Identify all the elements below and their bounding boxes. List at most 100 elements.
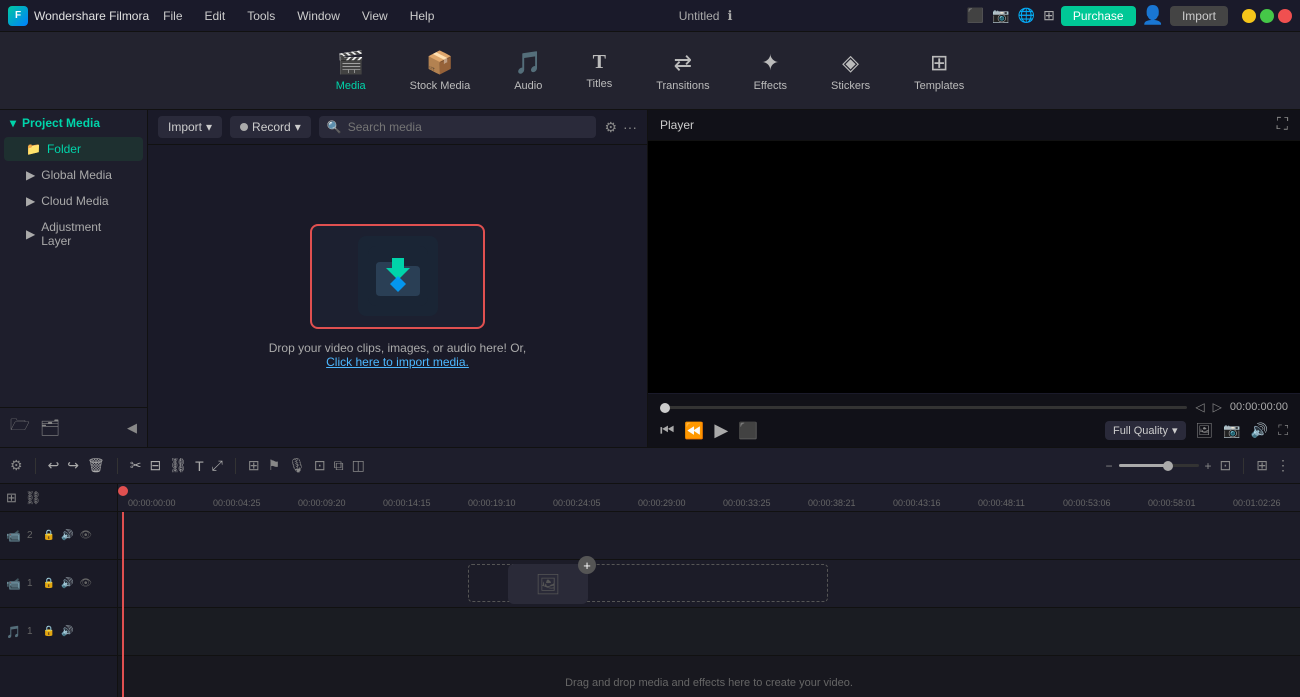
snap-icon[interactable]: ⊞	[248, 457, 260, 474]
add-folder-icon[interactable]: 🗁	[10, 414, 30, 441]
close-button[interactable]	[1278, 9, 1292, 23]
split-screen-icon[interactable]: ⧉	[334, 457, 344, 474]
screenshot-icon[interactable]: 🖼	[1196, 422, 1214, 439]
compound-icon[interactable]: ◫	[352, 457, 365, 474]
video2-sound-icon[interactable]: 🔊	[61, 530, 73, 541]
tool-audio[interactable]: 🎵 Audio	[502, 44, 554, 98]
grid-icon[interactable]: ⊞	[1043, 7, 1055, 24]
add-media-btn[interactable]: +	[578, 556, 596, 574]
zoom-out-icon[interactable]: −	[1106, 459, 1113, 473]
timeline-ruler: 00:00:00:00 00:00:04:25 00:00:09:20 00:0…	[118, 484, 1300, 512]
menu-help[interactable]: Help	[400, 7, 445, 25]
track-row-audio1[interactable]	[118, 608, 1300, 656]
undo-icon[interactable]: ↩	[48, 457, 60, 474]
zoom-in-icon[interactable]: +	[1205, 459, 1212, 473]
progress-thumb[interactable]	[660, 403, 670, 413]
purchase-button[interactable]: Purchase	[1061, 6, 1136, 26]
frame-back-icon[interactable]: ⏪	[684, 421, 704, 441]
snapshot-icon[interactable]: 📷	[1223, 422, 1240, 439]
link-icon[interactable]: ⛓	[169, 457, 187, 474]
ruler-mark-2: 00:00:09:20	[298, 498, 383, 508]
user-avatar[interactable]: 👤	[1142, 5, 1164, 26]
tool-stickers[interactable]: ◈ Stickers	[819, 44, 882, 98]
collapse-panel-icon[interactable]: ◀	[127, 420, 137, 436]
quality-dropdown[interactable]: Full Quality ▾	[1105, 421, 1186, 440]
track-row-video1[interactable]: 🖼 +	[118, 560, 1300, 608]
drop-link[interactable]: Click here to import media.	[326, 355, 469, 369]
audio1-sound-icon[interactable]: 🔊	[61, 626, 73, 637]
timeline-settings-icon[interactable]: ⚙	[10, 457, 23, 474]
menu-edit[interactable]: Edit	[195, 7, 236, 25]
drop-box	[310, 224, 485, 329]
ruler-mark-10: 00:00:48:11	[978, 498, 1063, 508]
volume-icon[interactable]: 🔊	[1251, 422, 1268, 439]
video1-sound-icon[interactable]: 🔊	[61, 578, 73, 589]
more-options-icon[interactable]: ···	[623, 119, 637, 136]
titlebar: F Wondershare Filmora File Edit Tools Wi…	[0, 0, 1300, 32]
fullscreen-icon[interactable]: ⛶	[1278, 422, 1288, 439]
step-back-icon[interactable]: ⏮	[660, 422, 674, 440]
quality-label: Full Quality	[1113, 425, 1168, 437]
delete-icon[interactable]: 🗑	[87, 457, 105, 474]
maximize-button[interactable]	[1260, 9, 1274, 23]
panel-item-cloud-media[interactable]: ▶ Cloud Media	[4, 189, 143, 213]
marker-icon[interactable]: ⚑	[268, 457, 281, 474]
progress-track[interactable]	[660, 406, 1187, 409]
video2-eye-icon[interactable]: 👁	[79, 530, 92, 541]
web-icon[interactable]: 🌐	[1018, 7, 1035, 24]
audio-icon: 🎵	[515, 50, 542, 76]
import-button[interactable]: Import	[1170, 6, 1228, 26]
titles-icon: T	[593, 51, 606, 74]
video1-lock-icon[interactable]: 🔒	[43, 578, 55, 589]
search-input[interactable]	[348, 120, 589, 134]
minimize-button[interactable]	[1242, 9, 1256, 23]
panel-item-global-media[interactable]: ▶ Global Media	[4, 163, 143, 187]
player-expand-icon[interactable]: ⛶	[1277, 116, 1288, 134]
filter-icon[interactable]: ⚙	[604, 119, 617, 136]
tool-transitions[interactable]: ⇄ Transitions	[644, 44, 721, 98]
menu-view[interactable]: View	[352, 7, 398, 25]
panel-item-folder[interactable]: 📁 Folder	[4, 137, 143, 161]
tool-titles[interactable]: T Titles	[574, 45, 624, 96]
import-dropdown[interactable]: Import ▾	[158, 116, 222, 138]
play-icon[interactable]: ▶	[714, 420, 728, 441]
more-tl-icon[interactable]: ⋮	[1276, 457, 1290, 474]
tool-effects[interactable]: ✦ Effects	[742, 44, 799, 98]
layout-icon[interactable]: ⊞	[1256, 457, 1268, 474]
tl-more-icon[interactable]: ⊡	[314, 457, 326, 474]
timeline-section: ⚙ ↩ ↪ 🗑 ✂ ⊟ ⛓ T ⤢ ⊞ ⚑ 🎙 ⊡ ⧉ ◫ − + ⊡ ⊞ ⋮	[0, 447, 1300, 697]
transform-icon[interactable]: ⤢	[212, 457, 223, 474]
tool-templates[interactable]: ⊞ Templates	[902, 44, 976, 98]
redo-icon[interactable]: ↪	[67, 457, 79, 474]
menu-file[interactable]: File	[153, 7, 192, 25]
camera-icon[interactable]: 📷	[992, 7, 1009, 24]
add-track-icon[interactable]: ⊞	[6, 490, 17, 506]
video1-eye-icon[interactable]: 👁	[79, 578, 92, 589]
split-icon[interactable]: ⊟	[150, 457, 162, 474]
prev-frame-icon[interactable]: ◁	[1195, 400, 1204, 414]
link-tracks-icon[interactable]: ⛓	[25, 490, 42, 506]
record-dropdown[interactable]: Record ▾	[230, 116, 311, 138]
track-row-video2[interactable]	[118, 512, 1300, 560]
text-icon[interactable]: T	[195, 458, 204, 474]
tool-stock-media[interactable]: 📦 Stock Media	[398, 44, 483, 98]
zoom-track[interactable]	[1119, 464, 1199, 467]
panel-header-arrow: ▾	[10, 116, 16, 130]
delete-folder-icon[interactable]: 🗂	[40, 418, 60, 438]
record-icon[interactable]: 🎙	[288, 457, 306, 474]
tool-media[interactable]: 🎬 Media	[324, 44, 378, 98]
menu-tools[interactable]: Tools	[237, 7, 285, 25]
screen-icon[interactable]: ⬛	[967, 7, 984, 24]
zoom-thumb[interactable]	[1163, 461, 1173, 471]
next-frame-icon[interactable]: ▷	[1213, 400, 1222, 414]
video2-lock-icon[interactable]: 🔒	[43, 530, 55, 541]
tool-stock-media-label: Stock Media	[410, 80, 471, 92]
stop-icon[interactable]: ⬛	[738, 421, 758, 441]
audio1-lock-icon[interactable]: 🔒	[43, 626, 55, 637]
panel-folder-label: Folder	[47, 142, 81, 156]
menu-window[interactable]: Window	[287, 7, 350, 25]
fit-timeline-icon[interactable]: ⊡	[1220, 457, 1232, 474]
panel-item-adjustment-layer[interactable]: ▶ Adjustment Layer	[4, 215, 143, 253]
cut-icon[interactable]: ✂	[130, 457, 142, 474]
tool-transitions-label: Transitions	[656, 80, 709, 92]
